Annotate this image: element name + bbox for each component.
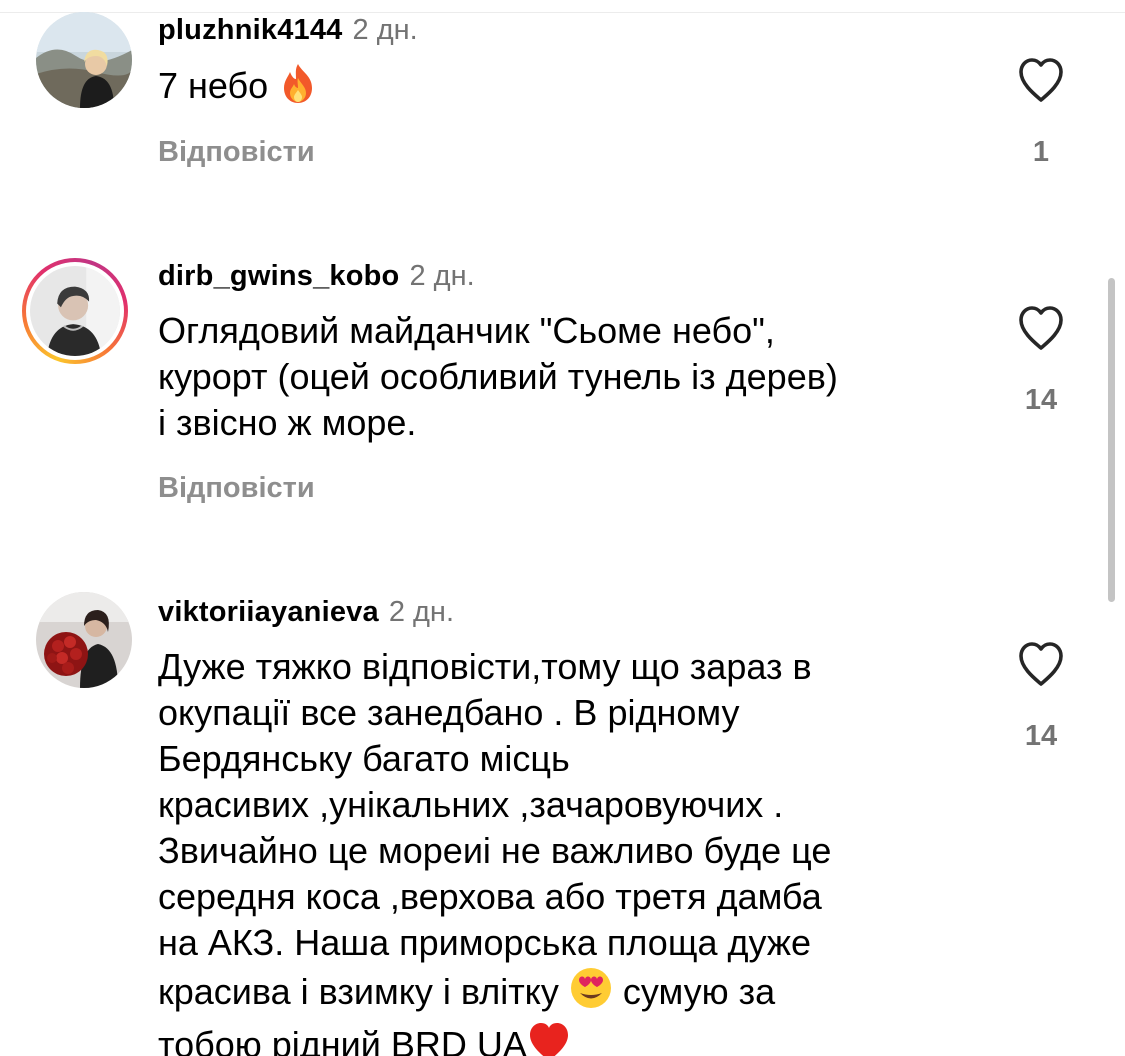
- avatar-photo: [30, 266, 120, 356]
- like-group: 14: [1010, 304, 1072, 418]
- comment-text-line: і звісно ж море.: [158, 402, 417, 443]
- comment-text-line: окупації все занедбано . В рідному: [158, 692, 740, 733]
- like-group: 1: [1010, 56, 1072, 170]
- comment-header: dirb_gwins_kobo 2 дн.: [158, 258, 475, 294]
- story-ring: [22, 258, 128, 364]
- comment-text-line: середня коса ,верхова або третя дамба: [158, 876, 822, 917]
- comment-text-line: Бердянську багато місць: [158, 738, 570, 779]
- timestamp: 2 дн.: [388, 596, 455, 628]
- reply-button[interactable]: Відповісти: [158, 134, 315, 170]
- comment-text: Дуже тяжко відповісти,тому що зараз в ок…: [158, 644, 958, 1056]
- comment-text-line: 7 небо: [158, 65, 269, 106]
- comment-text-line: красивих ,унікальних ,зачаровуючих .: [158, 784, 784, 825]
- reply-button[interactable]: Відповісти: [158, 470, 315, 506]
- like-count: 14: [1024, 720, 1058, 752]
- comment-text-line: тобою рідний BRD UA: [158, 1024, 527, 1056]
- heart-eyes-emoji: [569, 966, 613, 1021]
- comment-text-line: Звичайно це мореиі не важливо буде це: [158, 830, 832, 871]
- avatar[interactable]: [22, 592, 132, 698]
- username[interactable]: viktoriiayanieva: [158, 596, 379, 628]
- comment-text-line: Оглядовий майданчик "Сьоме небо",: [158, 310, 775, 351]
- username[interactable]: dirb_gwins_kobo: [158, 260, 399, 292]
- comment-text-line: курорт (оцей особливий тунель із дерев): [158, 356, 838, 397]
- fire-emoji: [278, 62, 318, 115]
- comment-text: 7 небо: [158, 62, 958, 115]
- avatar-photo: [36, 12, 132, 108]
- scrollbar[interactable]: [1108, 278, 1115, 602]
- comment-text-line: сумую за: [622, 971, 776, 1012]
- red-heart-emoji: [527, 1021, 571, 1056]
- avatar[interactable]: [22, 12, 132, 118]
- username[interactable]: pluzhnik4144: [158, 14, 343, 46]
- comments-screen: pluzhnik4144 2 дн. 7 небо Відповісти 1 d…: [0, 0, 1125, 1056]
- comment-text-line: на АКЗ. Наша приморська площа дуже: [158, 922, 811, 963]
- timestamp: 2 дн.: [409, 260, 475, 292]
- avatar[interactable]: [22, 258, 128, 364]
- avatar-photo: [36, 592, 132, 688]
- comment-text: Оглядовий майданчик "Сьоме небо", курорт…: [158, 308, 958, 446]
- heart-outline-icon[interactable]: [1015, 640, 1067, 688]
- comment-header: pluzhnik4144 2 дн.: [158, 12, 418, 48]
- timestamp: 2 дн.: [352, 14, 418, 46]
- comment-header: viktoriiayanieva 2 дн.: [158, 594, 454, 630]
- like-count: 1: [1032, 136, 1050, 168]
- like-group: 14: [1010, 640, 1072, 754]
- heart-outline-icon[interactable]: [1015, 304, 1067, 352]
- comment-text-line: красива і взимку і влітку: [158, 971, 559, 1012]
- like-count: 14: [1024, 384, 1058, 416]
- comment-text-line: Дуже тяжко відповісти,тому що зараз в: [158, 646, 812, 687]
- heart-outline-icon[interactable]: [1015, 56, 1067, 104]
